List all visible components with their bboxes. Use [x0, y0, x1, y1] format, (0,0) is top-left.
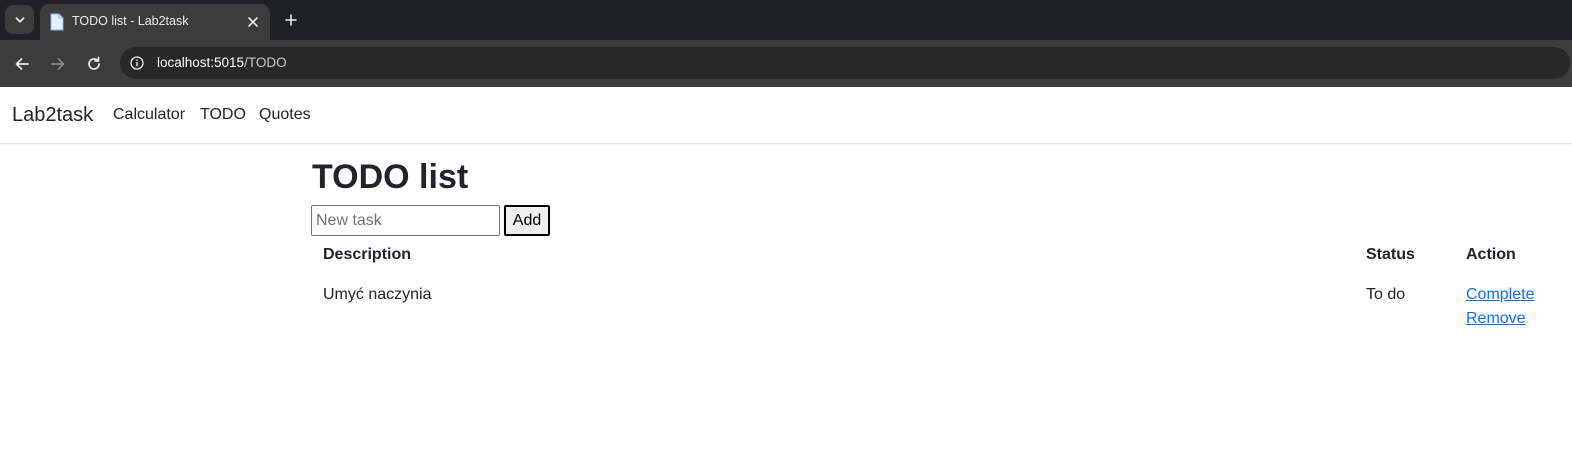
reload-button[interactable]: [81, 51, 107, 77]
task-status: To do: [1366, 286, 1406, 303]
nav-link-calculator[interactable]: Calculator: [113, 106, 185, 124]
column-header-status: Status: [1366, 246, 1415, 263]
chevron-down-icon: [15, 16, 24, 23]
reload-icon: [88, 56, 100, 70]
nav-link-todo[interactable]: TODO: [200, 106, 246, 124]
tab-title: TODO list - Lab2task: [72, 14, 189, 28]
arrow-right-icon: [51, 58, 65, 70]
navbar-brand[interactable]: Lab2task: [12, 104, 93, 127]
nav-link-quotes[interactable]: Quotes: [259, 106, 311, 124]
url-host: localhost:5015: [157, 55, 245, 70]
remove-link[interactable]: Remove: [1466, 310, 1526, 328]
plus-icon: [285, 14, 297, 26]
add-button[interactable]: Add: [504, 205, 550, 236]
column-header-description: Description: [323, 246, 412, 263]
url-text[interactable]: localhost:5015/TODO: [157, 55, 287, 70]
browser-tab-active[interactable]: TODO list - Lab2task: [40, 4, 270, 40]
browser-toolbar: localhost:5015/TODO: [0, 40, 1572, 87]
arrow-left-icon: [15, 58, 29, 70]
back-button[interactable]: [9, 51, 35, 77]
page-title: TODO list: [312, 158, 469, 196]
new-task-input[interactable]: [311, 205, 500, 236]
new-tab-button[interactable]: [280, 9, 302, 31]
info-icon: [130, 56, 144, 70]
tab-close-button[interactable]: [244, 13, 262, 31]
complete-link[interactable]: Complete: [1466, 286, 1534, 304]
forward-button[interactable]: [45, 51, 71, 77]
task-description: Umyć naczynia: [323, 286, 432, 303]
page-icon: [50, 13, 64, 31]
address-bar[interactable]: localhost:5015/TODO: [120, 47, 1570, 79]
url-path: /TODO: [244, 55, 287, 70]
tab-search-button[interactable]: [5, 5, 34, 34]
site-navbar: Lab2task Calculator TODO Quotes: [0, 87, 1572, 144]
browser-tabstrip: TODO list - Lab2task: [0, 0, 1572, 40]
site-info-button[interactable]: [127, 53, 147, 73]
column-header-action: Action: [1466, 246, 1516, 263]
close-icon: [248, 17, 258, 27]
